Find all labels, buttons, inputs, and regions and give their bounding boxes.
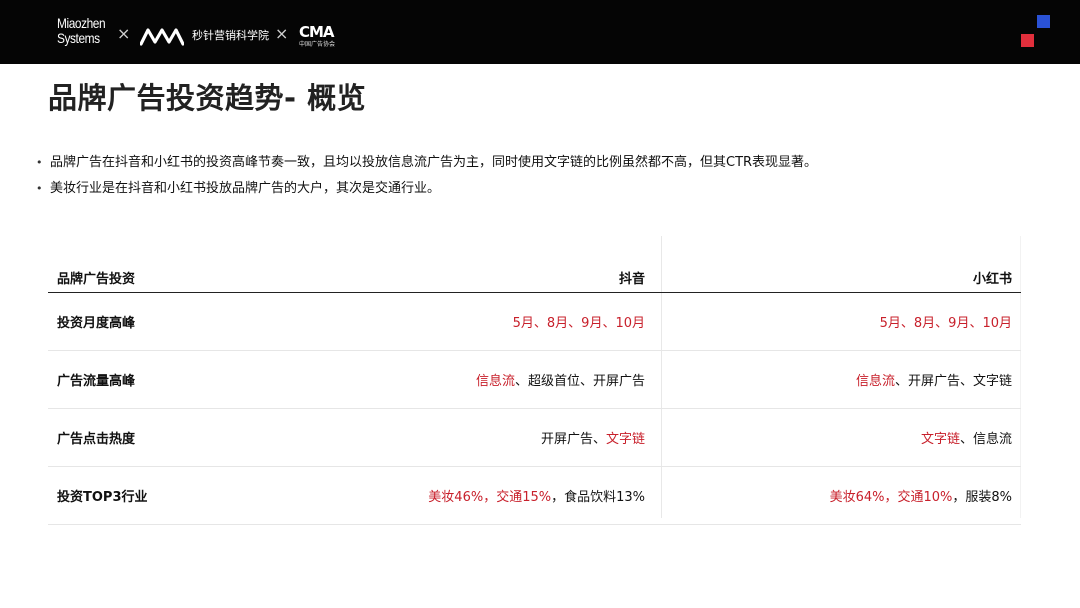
header-bar: Miaozhen Systems × 秒针营销科学院 × CMA 中国广告协会	[0, 0, 1080, 64]
miaozhen-logo: Miaozhen Systems	[57, 15, 106, 46]
red-square-decoration	[1021, 34, 1034, 47]
cell-douyin: 美妆46%，交通15%，食品饮料13%	[301, 486, 653, 505]
cma-logo-sub: 中国广告协会	[299, 41, 336, 48]
table-body: 投资月度高峰 5月、8月、9月、10月 5月、8月、9月、10月 广告流量高峰 信息流、…	[48, 293, 1021, 525]
cell-douyin: 信息流、超级首位、开屏广告	[301, 370, 653, 389]
cell-xiaohongshu: 5月、8月、9月、10月	[653, 312, 1021, 331]
cell-douyin: 开屏广告、文字链	[301, 428, 653, 447]
row-label: 广告点击热度	[57, 432, 136, 447]
cell-xiaohongshu: 文字链、信息流	[653, 428, 1021, 447]
highlight-text: 5月、8月、9月、10月	[512, 316, 645, 331]
mw-logo-icon	[140, 28, 184, 46]
row-label: 投资TOP3行业	[57, 490, 148, 505]
bullet-item: 品牌广告在抖音和小红书的投资高峰节奏一致，且均以投放信息流广告为主，同时使用文字…	[36, 150, 1046, 176]
logo-line1: Miaozhen	[57, 15, 106, 31]
table-row: 投资月度高峰 5月、8月、9月、10月 5月、8月、9月、10月	[48, 293, 1021, 351]
highlight-text: 文字链	[605, 432, 645, 447]
table-header-row: 品牌广告投资 抖音 小红书	[48, 262, 1021, 293]
cell-text: 开屏广告、	[540, 432, 606, 447]
cell-text: ，服装8%	[952, 490, 1012, 505]
row-label: 广告流量高峰	[57, 374, 136, 389]
page-title: 品牌广告投资趋势- 概览	[48, 81, 367, 115]
separator-cross: ×	[117, 24, 131, 43]
cell-text: ，食品饮料13%	[551, 490, 645, 505]
table-row: 广告流量高峰 信息流、超级首位、开屏广告 信息流、开屏广告、文字链	[48, 351, 1021, 409]
summary-bullets: 品牌广告在抖音和小红书的投资高峰节奏一致，且均以投放信息流广告为主，同时使用文字…	[36, 150, 1046, 202]
cell-xiaohongshu: 美妆64%，交通10%，服装8%	[653, 486, 1021, 505]
highlight-text: 美妆64%，交通10%	[829, 490, 953, 505]
highlight-text: 信息流	[855, 374, 895, 389]
table-row: 投资TOP3行业 美妆46%，交通15%，食品饮料13% 美妆64%，交通10%，服…	[48, 467, 1021, 525]
row-label: 投资月度高峰	[57, 316, 136, 331]
header-label: 品牌广告投资	[57, 271, 136, 287]
separator-cross-2: ×	[275, 24, 289, 43]
highlight-text: 文字链	[920, 432, 960, 447]
comparison-table: 品牌广告投资 抖音 小红书 投资月度高峰 5月、8月、9月、10月 5月、8月、9月…	[48, 262, 1021, 525]
cma-logo: CMA 中国广告协会	[299, 24, 341, 50]
highlight-text: 美妆46%，交通15%	[428, 490, 552, 505]
cell-xiaohongshu: 信息流、开屏广告、文字链	[653, 370, 1021, 389]
highlight-text: 信息流	[475, 374, 515, 389]
header-xiaohongshu: 小红书	[972, 271, 1012, 287]
cell-text: 、信息流	[959, 432, 1012, 447]
highlight-text: 5月、8月、9月、10月	[879, 316, 1012, 331]
cma-logo-mark: CMA	[299, 23, 335, 41]
cell-douyin: 5月、8月、9月、10月	[301, 312, 653, 331]
bullet-item: 美妆行业是在抖音和小红书投放品牌广告的大户，其次是交通行业。	[36, 176, 1046, 202]
logo-line2: Systems	[57, 30, 100, 46]
table-row: 广告点击热度 开屏广告、文字链 文字链、信息流	[48, 409, 1021, 467]
cell-text: 、超级首位、开屏广告	[514, 374, 645, 389]
header-douyin: 抖音	[618, 271, 645, 287]
cell-text: 、开屏广告、文字链	[894, 374, 1012, 389]
blue-square-decoration	[1037, 15, 1050, 28]
partner-name: 秒针营销科学院	[192, 29, 269, 42]
